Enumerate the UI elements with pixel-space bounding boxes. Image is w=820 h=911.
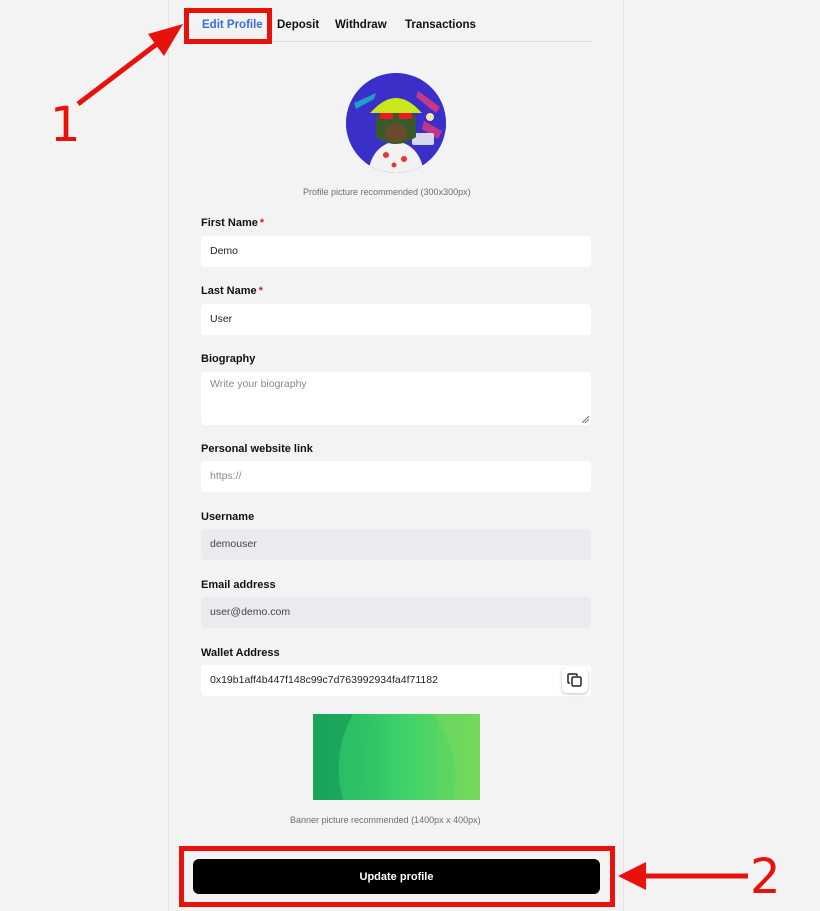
website-input[interactable]: https:// [201, 461, 591, 492]
required-marker: * [258, 285, 263, 297]
last-name-label-text: Last Name [201, 285, 257, 297]
banner-image [313, 714, 480, 800]
last-name-input[interactable]: User [201, 304, 591, 335]
copy-wallet-button[interactable] [562, 667, 588, 693]
username-label: Username [201, 511, 255, 523]
biography-textarea[interactable]: Write your biography [201, 372, 591, 425]
tab-transactions[interactable]: Transactions [405, 19, 476, 31]
avatar-image [346, 73, 446, 173]
username-field: demouser [201, 529, 591, 560]
first-name-label-text: First Name [201, 217, 258, 229]
update-profile-button[interactable]: Update profile [193, 859, 600, 894]
wallet-field: 0x19b1aff4b447f148c99c7d763992934fa4f711… [201, 665, 591, 696]
wallet-label: Wallet Address [201, 647, 280, 659]
email-label: Email address [201, 579, 276, 591]
website-label: Personal website link [201, 443, 313, 455]
copy-icon [567, 673, 582, 687]
tab-edit-profile[interactable]: Edit Profile [202, 19, 263, 31]
biography-label: Biography [201, 353, 256, 365]
email-field: user@demo.com [201, 597, 591, 628]
last-name-label: Last Name * [201, 285, 263, 297]
resize-grip-icon[interactable] [582, 416, 589, 423]
avatar-hint: Profile picture recommended (300x300px) [303, 187, 471, 197]
biography-placeholder: Write your biography [210, 378, 307, 390]
annotation-marker-1: 1 [50, 97, 81, 153]
banner-picture[interactable] [313, 714, 480, 800]
first-name-input[interactable]: Demo [201, 236, 591, 267]
tab-withdraw[interactable]: Withdraw [335, 19, 387, 31]
annotation-marker-2: 2 [750, 849, 781, 905]
first-name-label: First Name * [201, 217, 264, 229]
banner-hint: Banner picture recommended (1400px x 400… [290, 815, 481, 825]
avatar[interactable] [346, 73, 446, 173]
required-marker: * [259, 217, 265, 229]
tab-deposit[interactable]: Deposit [277, 19, 319, 31]
